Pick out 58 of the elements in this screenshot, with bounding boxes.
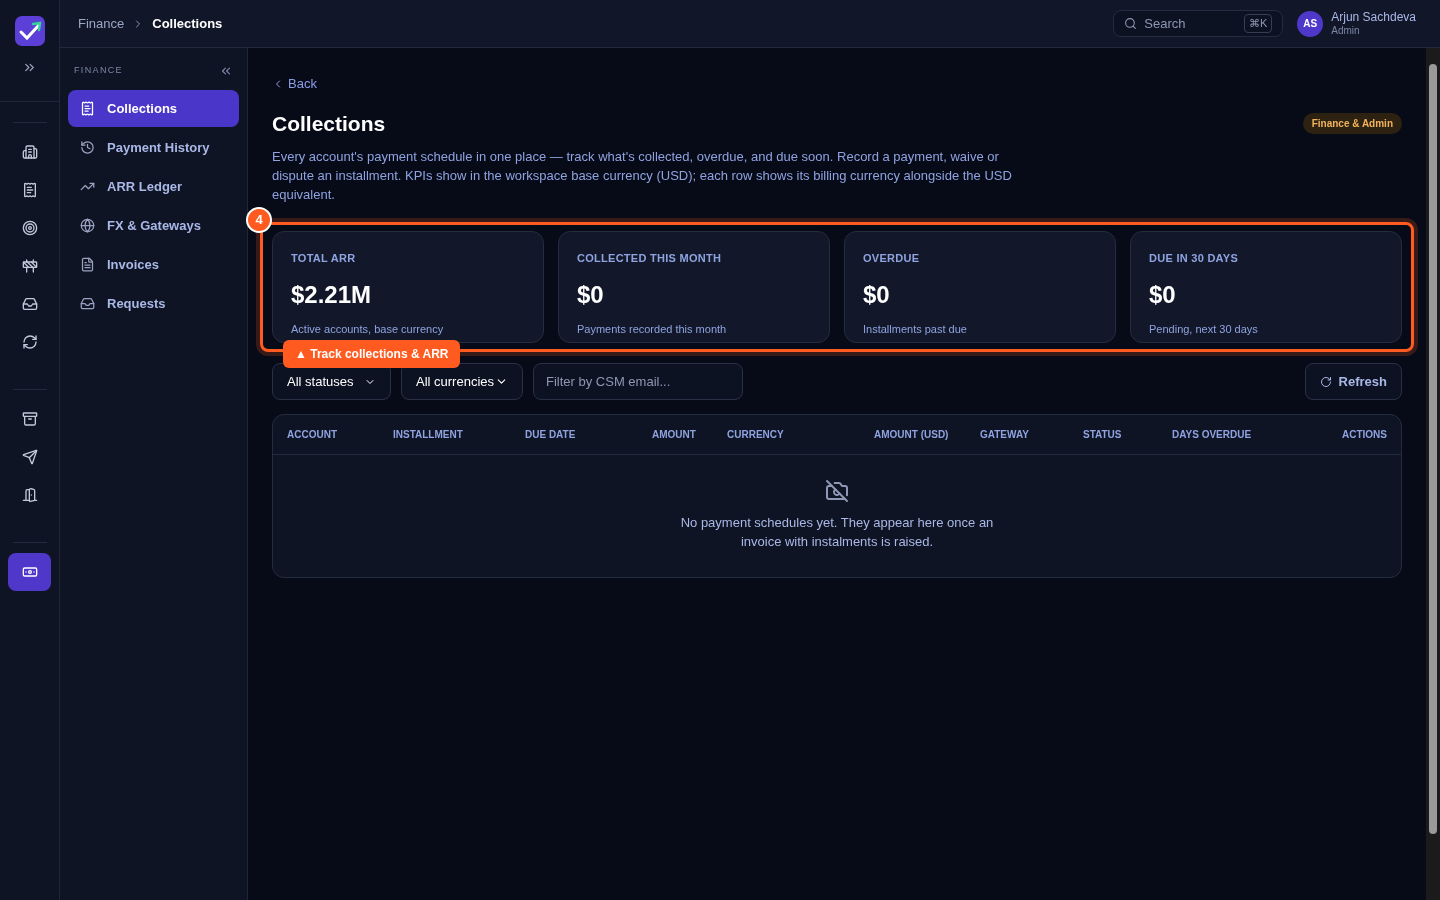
kpi-label: DUE IN 30 DAYS — [1149, 251, 1240, 266]
refresh-button[interactable]: Refresh — [1304, 363, 1402, 400]
column-header: DUE DATE — [525, 428, 577, 442]
section-heading: FINANCE — [74, 64, 123, 78]
avatar[interactable]: AS — [1297, 10, 1324, 37]
search-placeholder: Search — [1144, 14, 1187, 33]
user-name: Arjun Sachdeva — [1331, 10, 1416, 24]
search-field[interactable]: Search ⌘K — [1113, 10, 1284, 37]
role-tag: Finance & Admin — [1302, 112, 1402, 134]
column-header: GATEWAY — [980, 428, 1030, 442]
user-role: Admin — [1331, 24, 1361, 37]
page-description: Every account's payment schedule in one place — track what's collected, overdue, and due soon. Record a payment, waive or dispute an installment. KPIs show in the workspace base currency (USD); each row shows its billing currency alongside the USD equivalent. — [272, 148, 1013, 204]
history-icon — [80, 140, 95, 155]
kpi-note: Payments recorded this month — [577, 321, 728, 337]
kpi-value: $2.21M — [291, 279, 373, 310]
kpi-value: $0 — [1149, 279, 1177, 310]
currency-select[interactable]: All currencies — [401, 363, 523, 400]
column-header: INSTALLMENT — [393, 428, 464, 442]
column-header: ACCOUNT — [287, 428, 338, 442]
step-badge: 4 — [246, 207, 272, 233]
kpi-note: Pending, next 30 days — [1149, 321, 1259, 337]
sidebar-item[interactable]: Collections — [68, 90, 239, 127]
column-header: STATUS — [1083, 428, 1123, 442]
back-link[interactable]: Back — [288, 74, 317, 94]
sidebar-item[interactable]: Payment History — [68, 129, 239, 166]
page-title: Collections — [272, 110, 386, 137]
document-icon — [80, 257, 95, 272]
sidebar-item[interactable]: Invoices — [68, 246, 239, 283]
receipt-icon — [80, 101, 95, 116]
column-header: CURRENCY — [727, 428, 785, 442]
column-header: AMOUNT (USD) — [874, 428, 950, 442]
sidebar-item[interactable]: Requests — [68, 285, 239, 322]
column-header: DAYS OVERDUE — [1172, 428, 1253, 442]
kpi-label: COLLECTED THIS MONTH — [577, 251, 723, 266]
breadcrumb-link[interactable]: Finance — [78, 13, 125, 34]
cash-icon[interactable] — [8, 553, 51, 591]
empty-message: No payment schedules yet. They appear here once an invoice with instalments is raised. — [679, 514, 995, 551]
collapse-icon[interactable] — [219, 64, 233, 78]
sidebar-item[interactable]: ARR Ledger — [68, 168, 239, 205]
column-header: ACTIONS — [1341, 428, 1387, 442]
kpi-note: Installments past due — [863, 321, 968, 337]
globe-icon — [80, 218, 95, 233]
tour-tooltip: ▲ Track collections & ARR — [283, 340, 461, 368]
inbox-icon — [80, 296, 95, 311]
kpi-note: Active accounts, base currency — [291, 321, 445, 337]
search-icon — [1124, 17, 1138, 30]
shortcut-key: ⌘K — [1243, 14, 1273, 33]
column-header: AMOUNT — [652, 428, 697, 442]
breadcrumb-current: Collections — [152, 14, 223, 33]
kpi-label: OVERDUE — [863, 251, 921, 266]
sidebar-item[interactable]: FX & Gateways — [68, 207, 239, 244]
kpi-label: TOTAL ARR — [291, 251, 357, 266]
kpi-value: $0 — [577, 279, 605, 310]
kpi-value: $0 — [863, 279, 891, 310]
logo-icon[interactable] — [14, 16, 45, 46]
csm-filter-field[interactable]: Filter by CSM email... — [533, 363, 743, 400]
refresh-icon — [1319, 375, 1332, 388]
no-image-icon — [825, 479, 849, 503]
